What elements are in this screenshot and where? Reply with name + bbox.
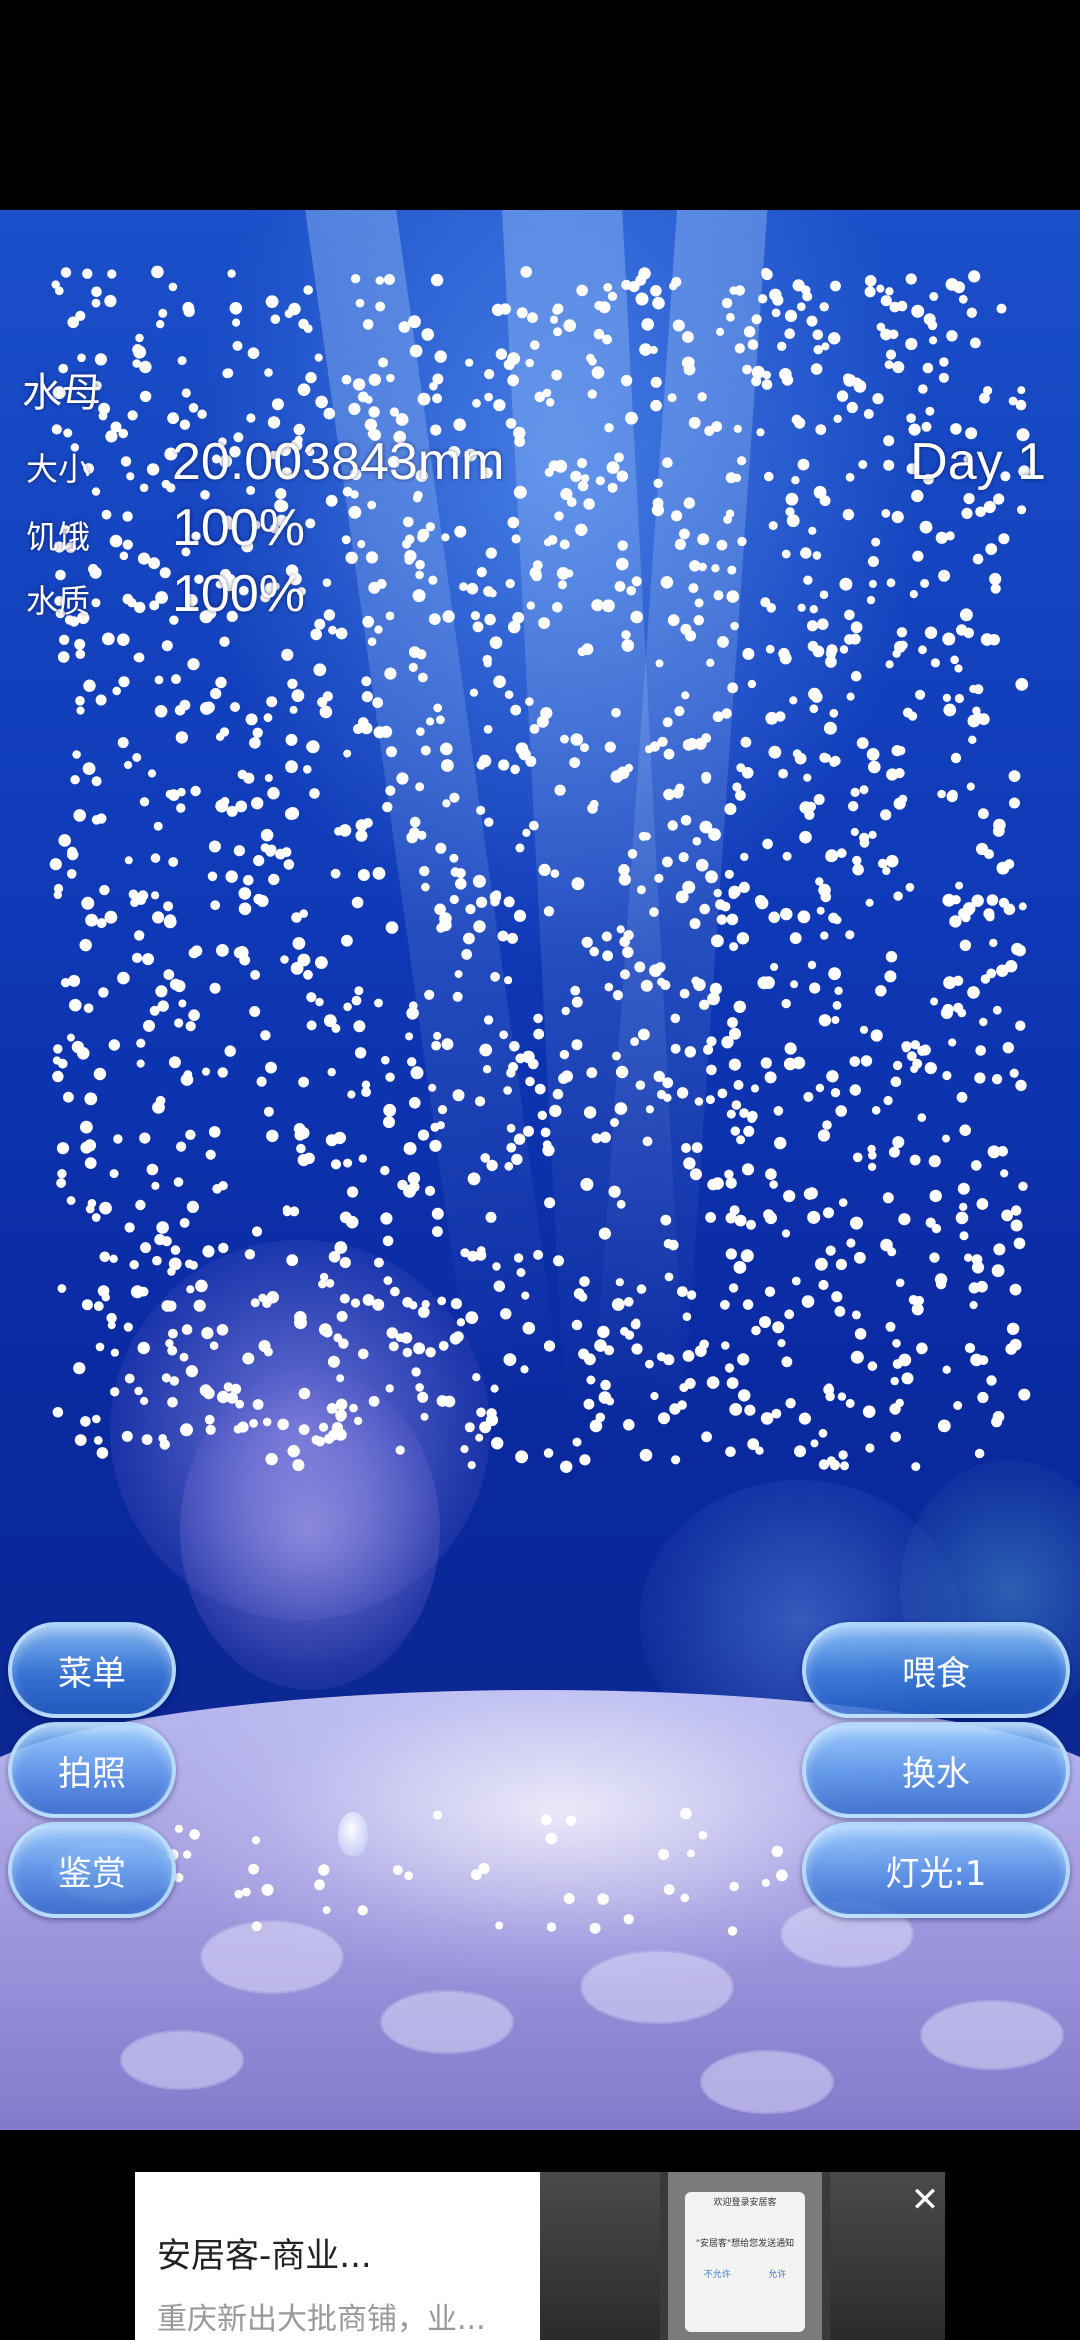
ad-dialog-title: 欢迎登录安居客 (713, 2198, 777, 2208)
ad-subtitle: 重庆新出大批商铺，业... (157, 2302, 486, 2337)
menu-button[interactable]: 菜单 (8, 1622, 176, 1718)
ad-banner[interactable]: 安居客-商业... 重庆新出大批商铺，业... 欢迎登录安居客 "安居客"想给您… (135, 2172, 945, 2340)
ad-title: 安居客-商业... (157, 2236, 372, 2276)
size-label: 大小 (26, 450, 91, 488)
ad-dialog: 欢迎登录安居客 "安居客"想给您发送通知 不允许 允许 (685, 2192, 805, 2332)
ad-dialog-notice: "安居客"想给您发送通知 (695, 2239, 795, 2249)
water-quality-value: 100% (172, 565, 305, 623)
change-water-button[interactable]: 换水 (802, 1722, 1070, 1818)
hunger-label: 饥饿 (26, 518, 91, 556)
creature-title: 水母 (22, 370, 102, 416)
photo-button[interactable]: 拍照 (8, 1722, 176, 1818)
day-counter: Day 1 (910, 433, 1046, 491)
water-quality-label: 水质 (26, 582, 91, 620)
ad-image: 欢迎登录安居客 "安居客"想给您发送通知 不允许 允许 (540, 2172, 945, 2340)
size-value: 20.003843mm (172, 433, 505, 491)
light-button[interactable]: 灯光:1 (802, 1822, 1070, 1918)
feed-button[interactable]: 喂食 (802, 1622, 1070, 1718)
close-icon[interactable]: ✕ (905, 2180, 945, 2220)
game-screen: 水母 大小 20.003843mm 饥饿 100% 水质 100% Day 1 … (0, 0, 1080, 2340)
ad-dialog-deny: 不允许 (703, 2270, 731, 2280)
ad-dialog-allow: 允许 (768, 2270, 787, 2280)
jellyfish[interactable] (338, 1812, 368, 1856)
hunger-value: 100% (172, 499, 305, 557)
view-button[interactable]: 鉴赏 (8, 1822, 176, 1918)
